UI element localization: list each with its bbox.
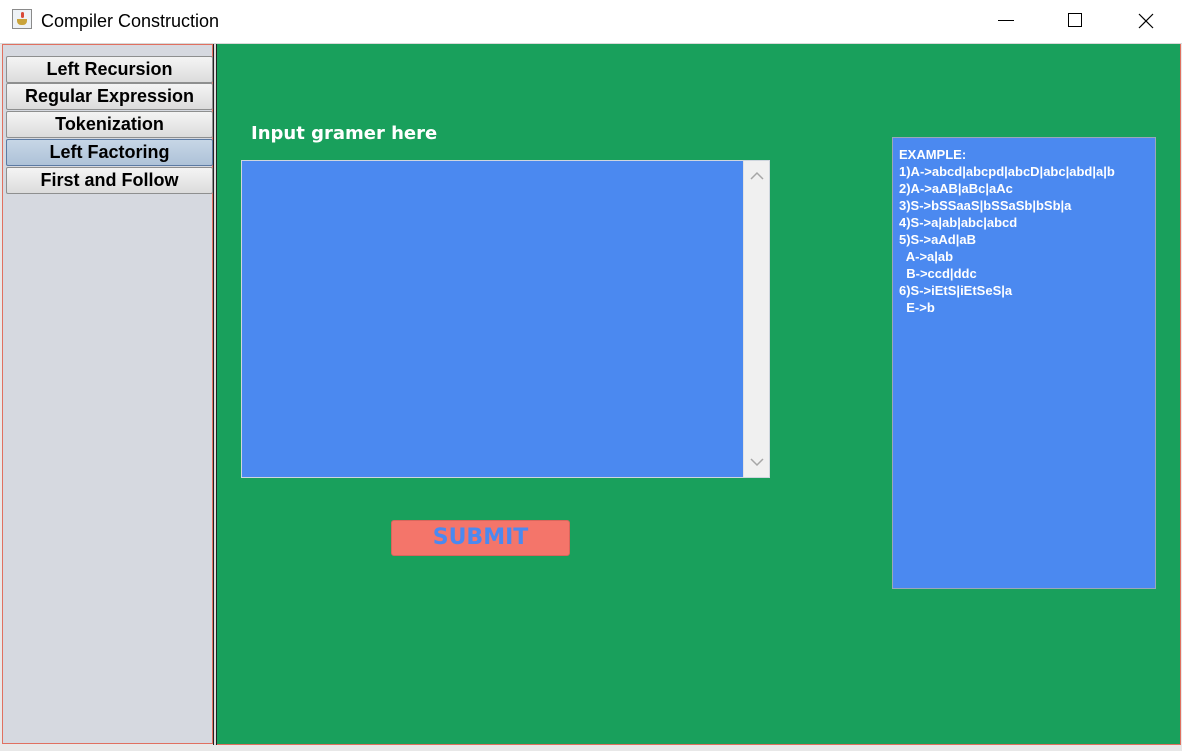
- vertical-scrollbar[interactable]: [743, 161, 769, 477]
- example-line: B->ccd|ddc: [899, 266, 977, 281]
- chevron-down-icon[interactable]: [750, 457, 764, 467]
- chevron-up-icon[interactable]: [750, 171, 764, 181]
- java-cup-icon: [12, 9, 32, 29]
- grammar-input-container: [241, 160, 770, 478]
- tab-regular-expression[interactable]: Regular Expression: [6, 83, 213, 110]
- example-line: 1)A->abcd|abcpd|abcD|abc|abd|a|b: [899, 164, 1115, 179]
- example-line: A->a|ab: [899, 249, 954, 264]
- title-bar: Compiler Construction: [0, 0, 1182, 44]
- input-label: Input gramer here: [251, 123, 438, 144]
- tab-tokenization[interactable]: Tokenization: [6, 111, 213, 138]
- minimize-button[interactable]: [983, 0, 1029, 43]
- submit-button[interactable]: SUBMIT: [391, 520, 570, 556]
- example-line: 2)A->aAB|aBc|aAc: [899, 181, 1013, 196]
- tab-left-factoring[interactable]: Left Factoring: [6, 139, 213, 166]
- close-button[interactable]: [1123, 0, 1169, 43]
- tab-first-and-follow[interactable]: First and Follow: [6, 167, 213, 194]
- tab-left-recursion[interactable]: Left Recursion: [6, 56, 213, 83]
- minimize-icon: [998, 20, 1014, 21]
- close-icon: [1138, 13, 1154, 29]
- maximize-icon: [1068, 13, 1082, 27]
- example-line: 3)S->bSSaaS|bSSaSb|bSb|a: [899, 198, 1072, 213]
- maximize-button[interactable]: [1052, 0, 1098, 43]
- example-line: E->b: [899, 300, 935, 315]
- example-line: 5)S->aAd|aB: [899, 232, 976, 247]
- example-line: 6)S->iEtS|iEtSeS|a: [899, 283, 1013, 298]
- example-line: EXAMPLE:: [899, 147, 967, 162]
- grammar-input[interactable]: [242, 161, 743, 477]
- example-line: 4)S->a|ab|abc|abcd: [899, 215, 1018, 230]
- example-panel: EXAMPLE: 1)A->abcd|abcpd|abcD|abc|abd|a|…: [892, 137, 1156, 589]
- window-title: Compiler Construction: [41, 11, 220, 31]
